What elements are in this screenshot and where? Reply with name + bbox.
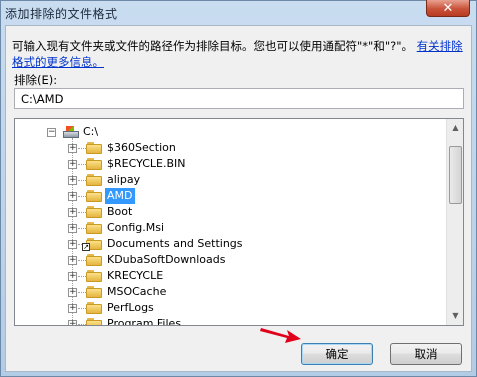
expand-icon[interactable]: + (68, 192, 77, 201)
dialog-body: 可输入现有文件夹或文件的路径作为排除目标。您也可以使用通配符"*"和"?"。 有… (5, 25, 472, 372)
tree-item[interactable]: + Boot (15, 204, 445, 220)
tree-item[interactable]: + $RECYCLE.BIN (15, 156, 445, 172)
folder-icon (86, 254, 102, 266)
expand-icon[interactable]: + (68, 272, 77, 281)
tree-item-label: AMD (105, 188, 135, 204)
tree-item[interactable]: + Program Files (15, 316, 445, 326)
tree-branch-line (78, 292, 86, 293)
folder-icon (86, 318, 102, 325)
tree-item[interactable]: + MSOCache (15, 284, 445, 300)
tree-item-label: KRECYCLE (107, 269, 164, 282)
tree-branch-line (78, 228, 86, 229)
window-title: 添加排除的文件格式 (5, 7, 118, 21)
folder-icon (86, 286, 102, 298)
expand-icon[interactable]: + (68, 144, 77, 153)
scroll-thumb[interactable] (449, 146, 462, 204)
tree-item[interactable]: + KDubaSoftDownloads (15, 252, 445, 268)
folder-shortcut-icon: ↗ (82, 238, 102, 251)
tree-item[interactable]: + PerfLogs (15, 300, 445, 316)
tree-item-label: $RECYCLE.BIN (107, 157, 186, 170)
cancel-button[interactable]: 取消 (390, 343, 462, 365)
tree-item-label: alipay (107, 173, 141, 186)
description: 可输入现有文件夹或文件的路径作为排除目标。您也可以使用通配符"*"和"?"。 有… (12, 38, 468, 70)
tree-branch-line (78, 324, 86, 325)
expand-icon[interactable]: + (68, 240, 77, 249)
tree-item-label: Program Files (107, 317, 182, 326)
tree-item[interactable]: + KRECYCLE (15, 268, 445, 284)
expand-icon[interactable]: + (68, 304, 77, 313)
folder-icon (86, 158, 102, 170)
exclude-label: 排除(E): (14, 73, 58, 87)
tree-branch-line (78, 164, 86, 165)
tree-item-label: Documents and Settings (107, 237, 243, 250)
folder-icon (86, 206, 102, 218)
tree-branch-line (78, 180, 86, 181)
title-bar[interactable]: 添加排除的文件格式 ✕ (1, 0, 476, 23)
tree-branch-line (78, 196, 86, 197)
tree-branch-line (78, 276, 86, 277)
tree-item-label: $360Section (107, 141, 176, 154)
folder-icon (86, 222, 102, 234)
exclude-path-input[interactable] (14, 88, 464, 109)
tree-item[interactable]: + alipay (15, 172, 445, 188)
drive-icon (63, 126, 79, 138)
collapse-icon[interactable]: − (47, 128, 56, 137)
expand-icon[interactable]: + (68, 208, 77, 217)
expand-icon[interactable]: + (68, 176, 77, 185)
description-text: 可输入现有文件夹或文件的路径作为排除目标。您也可以使用通配符"*"和"?"。 (12, 39, 414, 53)
close-button[interactable]: ✕ (426, 0, 470, 17)
tree-item[interactable]: + $360Section (15, 140, 445, 156)
tree-item[interactable]: + Config.Msi (15, 220, 445, 236)
scroll-down-arrow-icon[interactable]: ▼ (448, 308, 463, 324)
tree-item-label: MSOCache (107, 285, 167, 298)
tree-branch-line (78, 212, 86, 213)
folder-icon (86, 270, 102, 282)
tree-item-label: Config.Msi (107, 221, 165, 234)
folder-icon (86, 302, 102, 314)
tree-item[interactable]: + ↗ Documents and Settings (15, 236, 445, 252)
folder-icon (86, 190, 102, 202)
tree-branch-line (78, 308, 86, 309)
expand-icon[interactable]: + (68, 256, 77, 265)
tree-item-label: PerfLogs (107, 301, 154, 314)
annotation-arrow-icon (260, 328, 301, 343)
ok-button[interactable]: 确定 (301, 343, 373, 365)
tree-item-label: KDubaSoftDownloads (107, 253, 226, 266)
tree-scrollbar[interactable]: ▲ ▼ (446, 119, 463, 325)
expand-icon[interactable]: + (68, 160, 77, 169)
tree-root-label: C:\ (83, 125, 99, 138)
expand-icon[interactable]: + (68, 320, 77, 325)
scroll-up-arrow-icon[interactable]: ▲ (448, 120, 463, 136)
expand-icon[interactable]: + (68, 224, 77, 233)
tree-branch-line (78, 148, 86, 149)
close-icon: ✕ (442, 1, 454, 16)
folder-icon (86, 174, 102, 186)
tree-item-label: Boot (107, 205, 133, 218)
dialog-window: 添加排除的文件格式 ✕ 可输入现有文件夹或文件的路径作为排除目标。您也可以使用通… (0, 0, 477, 377)
folder-tree[interactable]: − C:\ + $360Section + $RECYCLE.BIN + alipay + AMD… (14, 118, 464, 326)
tree-branch-line (78, 260, 86, 261)
tree-item[interactable]: + AMD (15, 188, 445, 204)
expand-icon[interactable]: + (68, 288, 77, 297)
folder-icon (86, 142, 102, 154)
